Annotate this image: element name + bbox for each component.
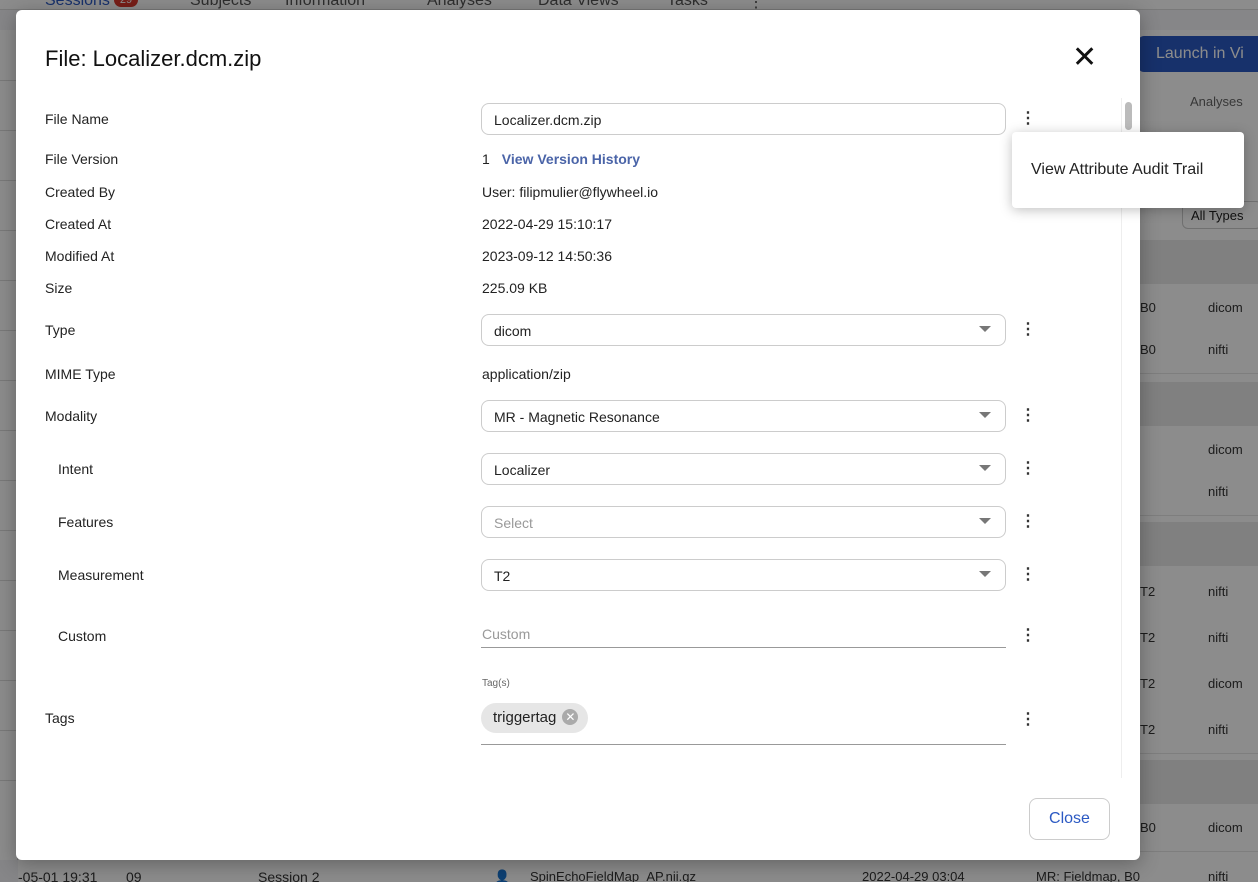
intent-select[interactable]: Localizer: [481, 453, 1006, 485]
tags-field-label: Tag(s): [482, 678, 510, 689]
file-name-input[interactable]: Localizer.dcm.zip: [481, 103, 1006, 135]
measurement-select[interactable]: T2: [481, 559, 1006, 591]
chevron-down-icon: [979, 412, 991, 418]
tag-chip[interactable]: triggertag ✕: [481, 703, 589, 733]
created-by-label: Created By: [45, 184, 116, 200]
custom-menu-icon[interactable]: ⋮: [1020, 627, 1036, 645]
intent-label: Intent: [58, 461, 94, 477]
tags-menu-icon[interactable]: ⋮: [1020, 711, 1036, 729]
modality-menu-icon[interactable]: ⋮: [1020, 407, 1036, 425]
mime-type-label: MIME Type: [45, 366, 116, 382]
mime-type-value: application/zip: [482, 366, 571, 382]
tag-chip-label: triggertag: [493, 709, 557, 726]
file-name-value: Localizer.dcm.zip: [494, 112, 602, 128]
features-menu-icon[interactable]: ⋮: [1020, 513, 1036, 531]
chevron-down-icon: [979, 518, 991, 524]
modality-label: Modality: [45, 408, 98, 424]
type-label: Type: [45, 322, 76, 338]
view-version-history-link[interactable]: View Version History: [502, 151, 640, 167]
custom-input-underline: [481, 647, 1006, 648]
created-by-value: User: filipmulier@flywheel.io: [482, 184, 659, 200]
modal-title: File: Localizer.dcm.zip: [45, 46, 262, 71]
file-version-value: 1 View Version History: [482, 151, 640, 167]
size-label: Size: [45, 280, 73, 296]
remove-tag-icon[interactable]: ✕: [562, 709, 579, 725]
measurement-selected-value: T2: [494, 568, 511, 584]
type-menu-icon[interactable]: ⋮: [1020, 321, 1036, 339]
close-button[interactable]: Close: [1029, 798, 1110, 840]
size-value: 225.09 KB: [482, 280, 548, 296]
modality-selected-value: MR - Magnetic Resonance: [494, 409, 660, 425]
scrollbar-thumb[interactable]: [1125, 102, 1132, 130]
modality-select[interactable]: MR - Magnetic Resonance: [481, 400, 1006, 432]
measurement-label: Measurement: [58, 567, 144, 583]
file-name-label: File Name: [45, 111, 109, 127]
type-selected-value: dicom: [494, 323, 532, 339]
intent-menu-icon[interactable]: ⋮: [1020, 460, 1036, 478]
tags-input-underline[interactable]: [481, 744, 1006, 745]
chevron-down-icon: [979, 465, 991, 471]
view-attribute-audit-trail-item[interactable]: View Attribute Audit Trail: [1031, 161, 1203, 179]
custom-label: Custom: [58, 628, 107, 644]
features-select[interactable]: Select: [481, 506, 1006, 538]
intent-selected-value: Localizer: [494, 462, 551, 478]
attribute-menu-popover: View Attribute Audit Trail: [1012, 132, 1244, 208]
created-at-label: Created At: [45, 216, 112, 232]
created-at-value: 2022-04-29 15:10:17: [482, 216, 612, 232]
features-label: Features: [58, 514, 114, 530]
features-placeholder: Select: [494, 515, 533, 531]
close-icon[interactable]: ✕: [1072, 43, 1097, 73]
chevron-down-icon: [979, 326, 991, 332]
type-select[interactable]: dicom: [481, 314, 1006, 346]
modified-at-label: Modified At: [45, 248, 115, 264]
tags-label: Tags: [45, 710, 75, 726]
file-info-modal: File: Localizer.dcm.zip ✕ File Name Loca…: [16, 10, 1140, 860]
custom-input[interactable]: Custom: [482, 626, 530, 642]
measurement-menu-icon[interactable]: ⋮: [1020, 566, 1036, 584]
file-name-menu-icon[interactable]: ⋮: [1020, 110, 1036, 128]
file-version-number: 1: [482, 151, 490, 167]
file-version-label: File Version: [45, 151, 119, 167]
chevron-down-icon: [979, 571, 991, 577]
modified-at-value: 2023-09-12 14:50:36: [482, 248, 612, 264]
